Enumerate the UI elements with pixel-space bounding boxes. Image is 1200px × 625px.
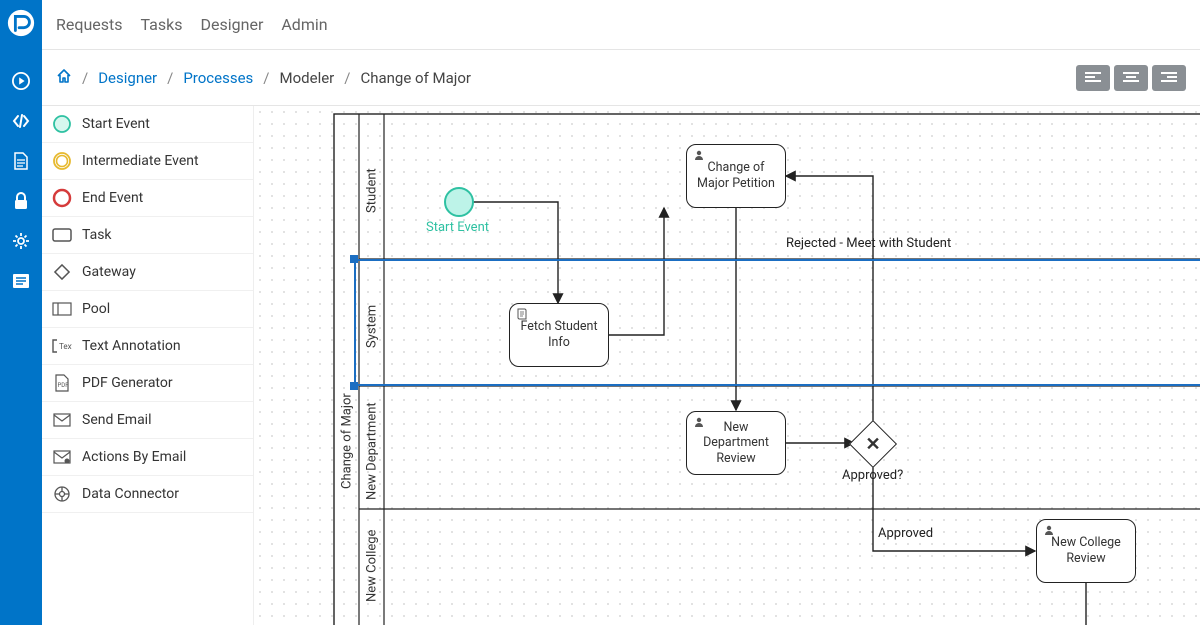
flow-label-approved: Approved — [878, 526, 933, 541]
node-change-of-major-petition[interactable]: Change of Major Petition — [686, 144, 786, 208]
bpmn-canvas[interactable]: Change of Major Student System New Depar… — [254, 106, 1200, 625]
actions-email-icon — [52, 447, 72, 467]
breadcrumb: / Designer / Processes / Modeler / Chang… — [42, 50, 1200, 106]
crumb-designer[interactable]: Designer — [98, 69, 157, 87]
palette-label: Gateway — [82, 264, 136, 280]
task-label: New College Review — [1045, 535, 1127, 566]
start-event-icon — [52, 114, 72, 134]
palette-data-connector[interactable]: Data Connector — [42, 476, 253, 513]
user-task-icon — [693, 149, 705, 165]
pool-label[interactable]: Change of Major — [336, 376, 358, 506]
nav-tasks[interactable]: Tasks — [141, 15, 183, 34]
script-task-icon — [516, 308, 528, 324]
crumb-sep: / — [167, 69, 173, 87]
lane-label-new-college[interactable]: New College — [362, 521, 382, 611]
user-task-icon — [693, 416, 705, 432]
palette-text-annotation[interactable]: Text Text Annotation — [42, 328, 253, 365]
app-icon-rail — [0, 0, 42, 625]
task-label: New Department Review — [695, 420, 777, 467]
palette-label: Text Annotation — [82, 338, 181, 354]
crumb-current: Change of Major — [360, 69, 471, 87]
end-event-icon — [52, 188, 72, 208]
nav-admin[interactable]: Admin — [281, 15, 327, 34]
palette-end-event[interactable]: End Event — [42, 180, 253, 217]
palette-label: Intermediate Event — [82, 153, 199, 169]
task-label: Change of Major Petition — [695, 160, 777, 191]
code-icon[interactable] — [12, 112, 30, 130]
svg-text:Text: Text — [59, 342, 72, 351]
node-new-department-review[interactable]: New Department Review — [686, 411, 786, 475]
palette-label: Start Event — [82, 116, 150, 132]
crumb-sep: / — [263, 69, 269, 87]
crumb-sep: / — [82, 69, 88, 87]
palette-actions-by-email[interactable]: Actions By Email — [42, 439, 253, 476]
home-icon[interactable] — [56, 68, 72, 88]
palette-task[interactable]: Task — [42, 217, 253, 254]
data-connector-icon — [52, 484, 72, 504]
list-icon[interactable] — [12, 272, 30, 290]
svg-text:PDF: PDF — [58, 382, 70, 389]
selection-rect — [354, 259, 1200, 386]
palette-label: Pool — [82, 301, 110, 317]
gateway-label: Approved? — [842, 468, 903, 483]
gateway-icon — [52, 262, 72, 282]
palette-send-email[interactable]: Send Email — [42, 402, 253, 439]
task-icon — [52, 225, 72, 245]
task-label: Fetch Student Info — [518, 319, 600, 350]
flow-label-rejected: Rejected - Meet with Student — [786, 236, 951, 251]
crumb-processes[interactable]: Processes — [183, 69, 253, 87]
gateway-x-icon: ✕ — [857, 428, 889, 460]
palette-label: PDF Generator — [82, 375, 173, 391]
palette-label: Data Connector — [82, 486, 179, 502]
start-event-label: Start Event — [426, 220, 489, 235]
email-icon — [52, 410, 72, 430]
play-icon[interactable] — [12, 72, 30, 90]
pool-icon — [52, 299, 72, 319]
document-icon[interactable] — [12, 152, 30, 170]
user-task-icon — [1043, 524, 1055, 540]
node-fetch-student-info[interactable]: Fetch Student Info — [509, 303, 609, 367]
node-new-college-review[interactable]: New College Review — [1036, 519, 1136, 583]
crumb-modeler: Modeler — [280, 69, 335, 87]
selection-handle[interactable] — [350, 255, 358, 263]
palette-gateway[interactable]: Gateway — [42, 254, 253, 291]
palette-pool[interactable]: Pool — [42, 291, 253, 328]
bpmn-palette: Start Event Intermediate Event End Event… — [42, 106, 254, 625]
node-gateway-approved[interactable]: ✕ — [849, 420, 897, 468]
gear-icon[interactable] — [12, 232, 30, 250]
lane-label-student[interactable]: Student — [362, 156, 382, 226]
palette-label: Send Email — [82, 412, 152, 428]
top-nav: Requests Tasks Designer Admin — [42, 0, 1200, 50]
crumb-sep: / — [344, 69, 350, 87]
align-left-button[interactable] — [1076, 65, 1110, 91]
alignment-toolbar — [1076, 65, 1186, 91]
align-right-button[interactable] — [1152, 65, 1186, 91]
palette-label: Task — [82, 227, 112, 243]
node-start-event[interactable] — [444, 187, 474, 217]
palette-intermediate-event[interactable]: Intermediate Event — [42, 143, 253, 180]
palette-label: End Event — [82, 190, 143, 206]
app-logo[interactable] — [6, 8, 36, 38]
intermediate-event-icon — [52, 151, 72, 171]
lane-label-new-department[interactable]: New Department — [362, 396, 382, 506]
align-center-button[interactable] — [1114, 65, 1148, 91]
pdf-icon: PDF — [52, 373, 72, 393]
palette-label: Actions By Email — [82, 449, 186, 465]
palette-start-event[interactable]: Start Event — [42, 106, 253, 143]
palette-pdf-generator[interactable]: PDF PDF Generator — [42, 365, 253, 402]
nav-designer[interactable]: Designer — [201, 15, 264, 34]
lane-label-system[interactable]: System — [362, 296, 382, 356]
text-annotation-icon: Text — [52, 336, 72, 356]
lock-icon[interactable] — [12, 192, 30, 210]
nav-requests[interactable]: Requests — [56, 15, 123, 34]
